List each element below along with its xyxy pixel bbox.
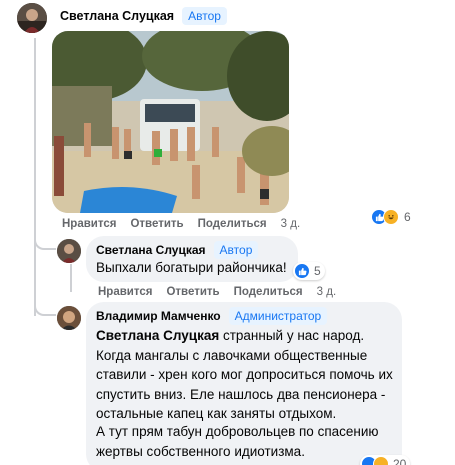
haha-icon: [373, 456, 389, 465]
timestamp[interactable]: 3 д.: [281, 218, 301, 230]
reply-button[interactable]: Ответить: [130, 218, 183, 230]
reaction-count: 5: [314, 264, 321, 278]
comment-actions: Нравится Ответить Поделиться 3 д.: [62, 218, 300, 230]
reaction-summary[interactable]: 6: [371, 209, 411, 225]
like-button[interactable]: Нравится: [98, 286, 152, 298]
share-button[interactable]: Поделиться: [234, 286, 303, 298]
reply-button[interactable]: Ответить: [166, 286, 219, 298]
avatar[interactable]: [17, 3, 47, 33]
reply-paragraph: А тут прям табун добровольцев по спасени…: [96, 424, 379, 459]
thread-connector-2: [34, 302, 56, 316]
reply-bubble: Владимир Мамченко Администратор Светлана…: [86, 302, 402, 465]
timestamp[interactable]: 3 д.: [317, 286, 337, 298]
reply-actions: Нравится Ответить Поделиться 3 д.: [98, 286, 336, 298]
thread-connector-1: [34, 236, 56, 250]
reply-header: Светлана Слуцкая Автор: [96, 241, 259, 259]
author-name[interactable]: Владимир Мамченко: [96, 309, 221, 323]
author-badge: Автор: [182, 7, 227, 25]
like-icon: [294, 263, 310, 279]
reply-text: Выпхали богатыри райончика!: [96, 260, 287, 275]
like-button[interactable]: Нравится: [62, 218, 116, 230]
comment-photo[interactable]: [52, 31, 289, 213]
author-name[interactable]: Светлана Слуцкая: [60, 9, 174, 23]
reaction-count: 20: [393, 457, 407, 465]
thread-line-main: [34, 38, 36, 316]
reply-bubble: Светлана Слуцкая Автор Выпхали богатыри …: [86, 236, 298, 282]
avatar[interactable]: [57, 239, 81, 263]
author-badge: Администратор: [228, 307, 328, 325]
author-name[interactable]: Светлана Слуцкая: [96, 243, 206, 257]
reaction-count: 6: [404, 210, 411, 224]
avatar[interactable]: [57, 306, 81, 330]
haha-icon: [383, 209, 399, 225]
reaction-summary[interactable]: 5: [293, 262, 325, 280]
comment-header: Светлана Слуцкая Автор: [60, 7, 227, 25]
reply-header: Владимир Мамченко Администратор: [96, 307, 328, 325]
mention-link[interactable]: Светлана Слуцкая: [96, 328, 219, 343]
author-badge: Автор: [213, 241, 259, 259]
share-button[interactable]: Поделиться: [198, 218, 267, 230]
reply-text: Светлана Слуцкая странный у нас народ. К…: [96, 326, 396, 424]
reaction-summary[interactable]: 20: [360, 455, 411, 465]
thread-line-reply: [70, 264, 72, 292]
